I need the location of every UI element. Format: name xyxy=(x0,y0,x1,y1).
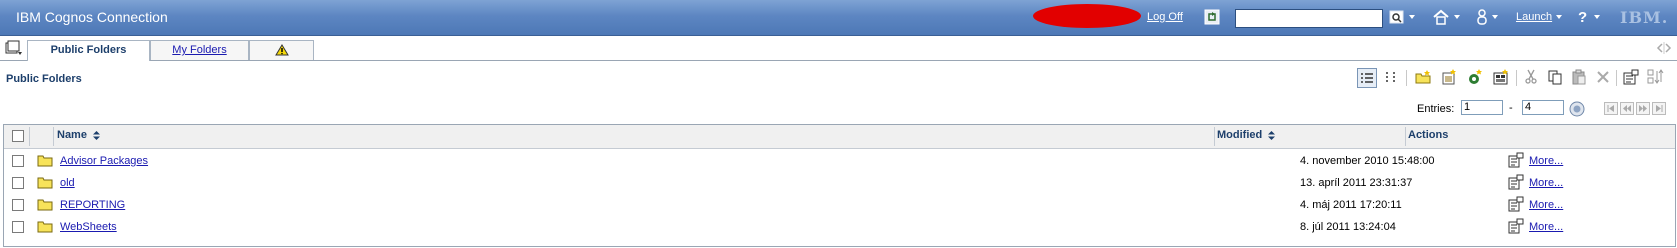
table-row: REPORTING 4. máj 2011 17:20:11 More... xyxy=(4,193,1675,217)
delete-icon[interactable] xyxy=(1594,68,1612,86)
new-agent-icon[interactable] xyxy=(1492,68,1510,86)
search-input[interactable] xyxy=(1235,9,1383,28)
tab-warnings[interactable] xyxy=(249,40,314,60)
redacted-username xyxy=(1033,4,1141,28)
folder-name-link[interactable]: REPORTING xyxy=(60,199,125,211)
tab-label: Public Folders xyxy=(50,44,127,56)
toolbar-divider xyxy=(1406,70,1407,86)
row-checkbox[interactable] xyxy=(12,199,24,211)
sort-icon[interactable] xyxy=(1268,130,1276,140)
more-actions-link[interactable]: More... xyxy=(1529,155,1563,167)
more-actions-link[interactable]: More... xyxy=(1529,221,1563,233)
paste-icon[interactable] xyxy=(1570,68,1588,86)
tab-menu-icon[interactable] xyxy=(5,40,23,56)
table-row: WebSheets 8. júl 2011 13:24:04 More... xyxy=(4,215,1675,239)
modified-date: 4. november 2010 15:48:00 xyxy=(1300,155,1435,167)
help-icon[interactable]: ? xyxy=(1576,9,1592,25)
column-header-modified[interactable]: Modified xyxy=(1217,129,1276,141)
entries-to-input[interactable] xyxy=(1522,100,1564,115)
column-header-actions: Actions xyxy=(1408,129,1449,141)
new-package-icon[interactable] xyxy=(1440,68,1458,86)
set-properties-icon[interactable] xyxy=(1508,174,1524,190)
modified-date: 4. máj 2011 17:20:11 xyxy=(1300,199,1402,211)
set-properties-icon[interactable] xyxy=(1508,152,1524,168)
order-icon[interactable] xyxy=(1646,68,1664,86)
list-view-icon[interactable] xyxy=(1383,68,1401,86)
toolbar-divider xyxy=(1616,70,1617,86)
details-view-icon[interactable] xyxy=(1357,68,1377,88)
chevron-down-icon[interactable] xyxy=(1594,15,1600,19)
copy-icon[interactable] xyxy=(1546,68,1564,86)
select-all-checkbox[interactable] xyxy=(12,130,24,142)
previous-page-icon[interactable] xyxy=(1620,102,1634,115)
cut-icon[interactable] xyxy=(1522,68,1540,86)
folder-icon xyxy=(37,197,53,211)
tab-label: My Folders xyxy=(172,44,227,56)
list-header: Name Modified Actions xyxy=(4,125,1675,149)
column-header-name[interactable]: Name xyxy=(57,129,101,141)
chevron-down-icon[interactable] xyxy=(1556,15,1562,19)
content-list: Name Modified Actions Advisor Packages 4… xyxy=(3,124,1676,247)
warning-icon xyxy=(274,44,289,56)
home-icon[interactable] xyxy=(1432,9,1449,25)
chevron-down-icon[interactable] xyxy=(1409,15,1415,19)
collapse-arrows-icon[interactable] xyxy=(1654,40,1674,56)
more-actions-link[interactable]: More... xyxy=(1529,177,1563,189)
modified-date: 8. júl 2011 13:24:04 xyxy=(1300,221,1396,233)
new-job-icon[interactable] xyxy=(1466,68,1484,86)
row-checkbox[interactable] xyxy=(12,155,24,167)
launch-menu[interactable]: Launch xyxy=(1516,11,1552,23)
folder-icon xyxy=(37,175,53,189)
folder-name-link[interactable]: old xyxy=(60,177,75,189)
folder-icon xyxy=(37,153,53,167)
svg-text:?: ? xyxy=(1578,9,1587,25)
folder-icon xyxy=(37,219,53,233)
new-folder-icon[interactable] xyxy=(1414,68,1432,86)
entries-separator: - xyxy=(1509,102,1513,114)
refresh-icon[interactable] xyxy=(1204,9,1220,25)
row-checkbox[interactable] xyxy=(12,177,24,189)
entries-label: Entries: xyxy=(1417,103,1455,115)
modified-date: 13. apríl 2011 23:31:37 xyxy=(1300,177,1413,189)
column-divider xyxy=(1405,127,1406,146)
chevron-down-icon[interactable] xyxy=(1492,15,1498,19)
set-properties-icon[interactable] xyxy=(1508,196,1524,212)
chevron-down-icon[interactable] xyxy=(1454,15,1460,19)
tab-public-folders[interactable]: Public Folders xyxy=(27,40,150,61)
folder-name-link[interactable]: WebSheets xyxy=(60,221,117,233)
user-icon[interactable] xyxy=(1475,9,1491,25)
search-options-icon[interactable] xyxy=(1389,9,1405,25)
logoff-link[interactable]: Log Off xyxy=(1147,11,1183,23)
column-label: Modified xyxy=(1217,129,1263,141)
set-properties-icon[interactable] xyxy=(1622,68,1640,86)
toolbar-divider xyxy=(1516,70,1517,86)
go-icon[interactable] xyxy=(1569,101,1585,117)
column-divider xyxy=(29,127,30,146)
row-checkbox[interactable] xyxy=(12,221,24,233)
sort-icon[interactable] xyxy=(93,130,101,140)
page-title: Public Folders xyxy=(6,73,82,85)
ibm-logo: IBM. xyxy=(1620,8,1669,27)
first-page-icon[interactable] xyxy=(1604,102,1618,115)
column-divider xyxy=(1214,127,1215,146)
column-label: Name xyxy=(57,129,87,141)
next-page-icon[interactable] xyxy=(1636,102,1650,115)
column-divider xyxy=(53,127,54,146)
last-page-icon[interactable] xyxy=(1652,102,1666,115)
folder-name-link[interactable]: Advisor Packages xyxy=(60,155,148,167)
table-row: old 13. apríl 2011 23:31:37 More... xyxy=(4,171,1675,195)
set-properties-icon[interactable] xyxy=(1508,218,1524,234)
app-title: IBM Cognos Connection xyxy=(16,9,168,25)
table-row: Advisor Packages 4. november 2010 15:48:… xyxy=(4,149,1675,173)
tab-my-folders[interactable]: My Folders xyxy=(150,40,249,60)
top-banner: IBM Cognos Connection Log Off Launch ? I… xyxy=(0,0,1677,36)
more-actions-link[interactable]: More... xyxy=(1529,199,1563,211)
entries-from-input[interactable] xyxy=(1461,100,1503,115)
